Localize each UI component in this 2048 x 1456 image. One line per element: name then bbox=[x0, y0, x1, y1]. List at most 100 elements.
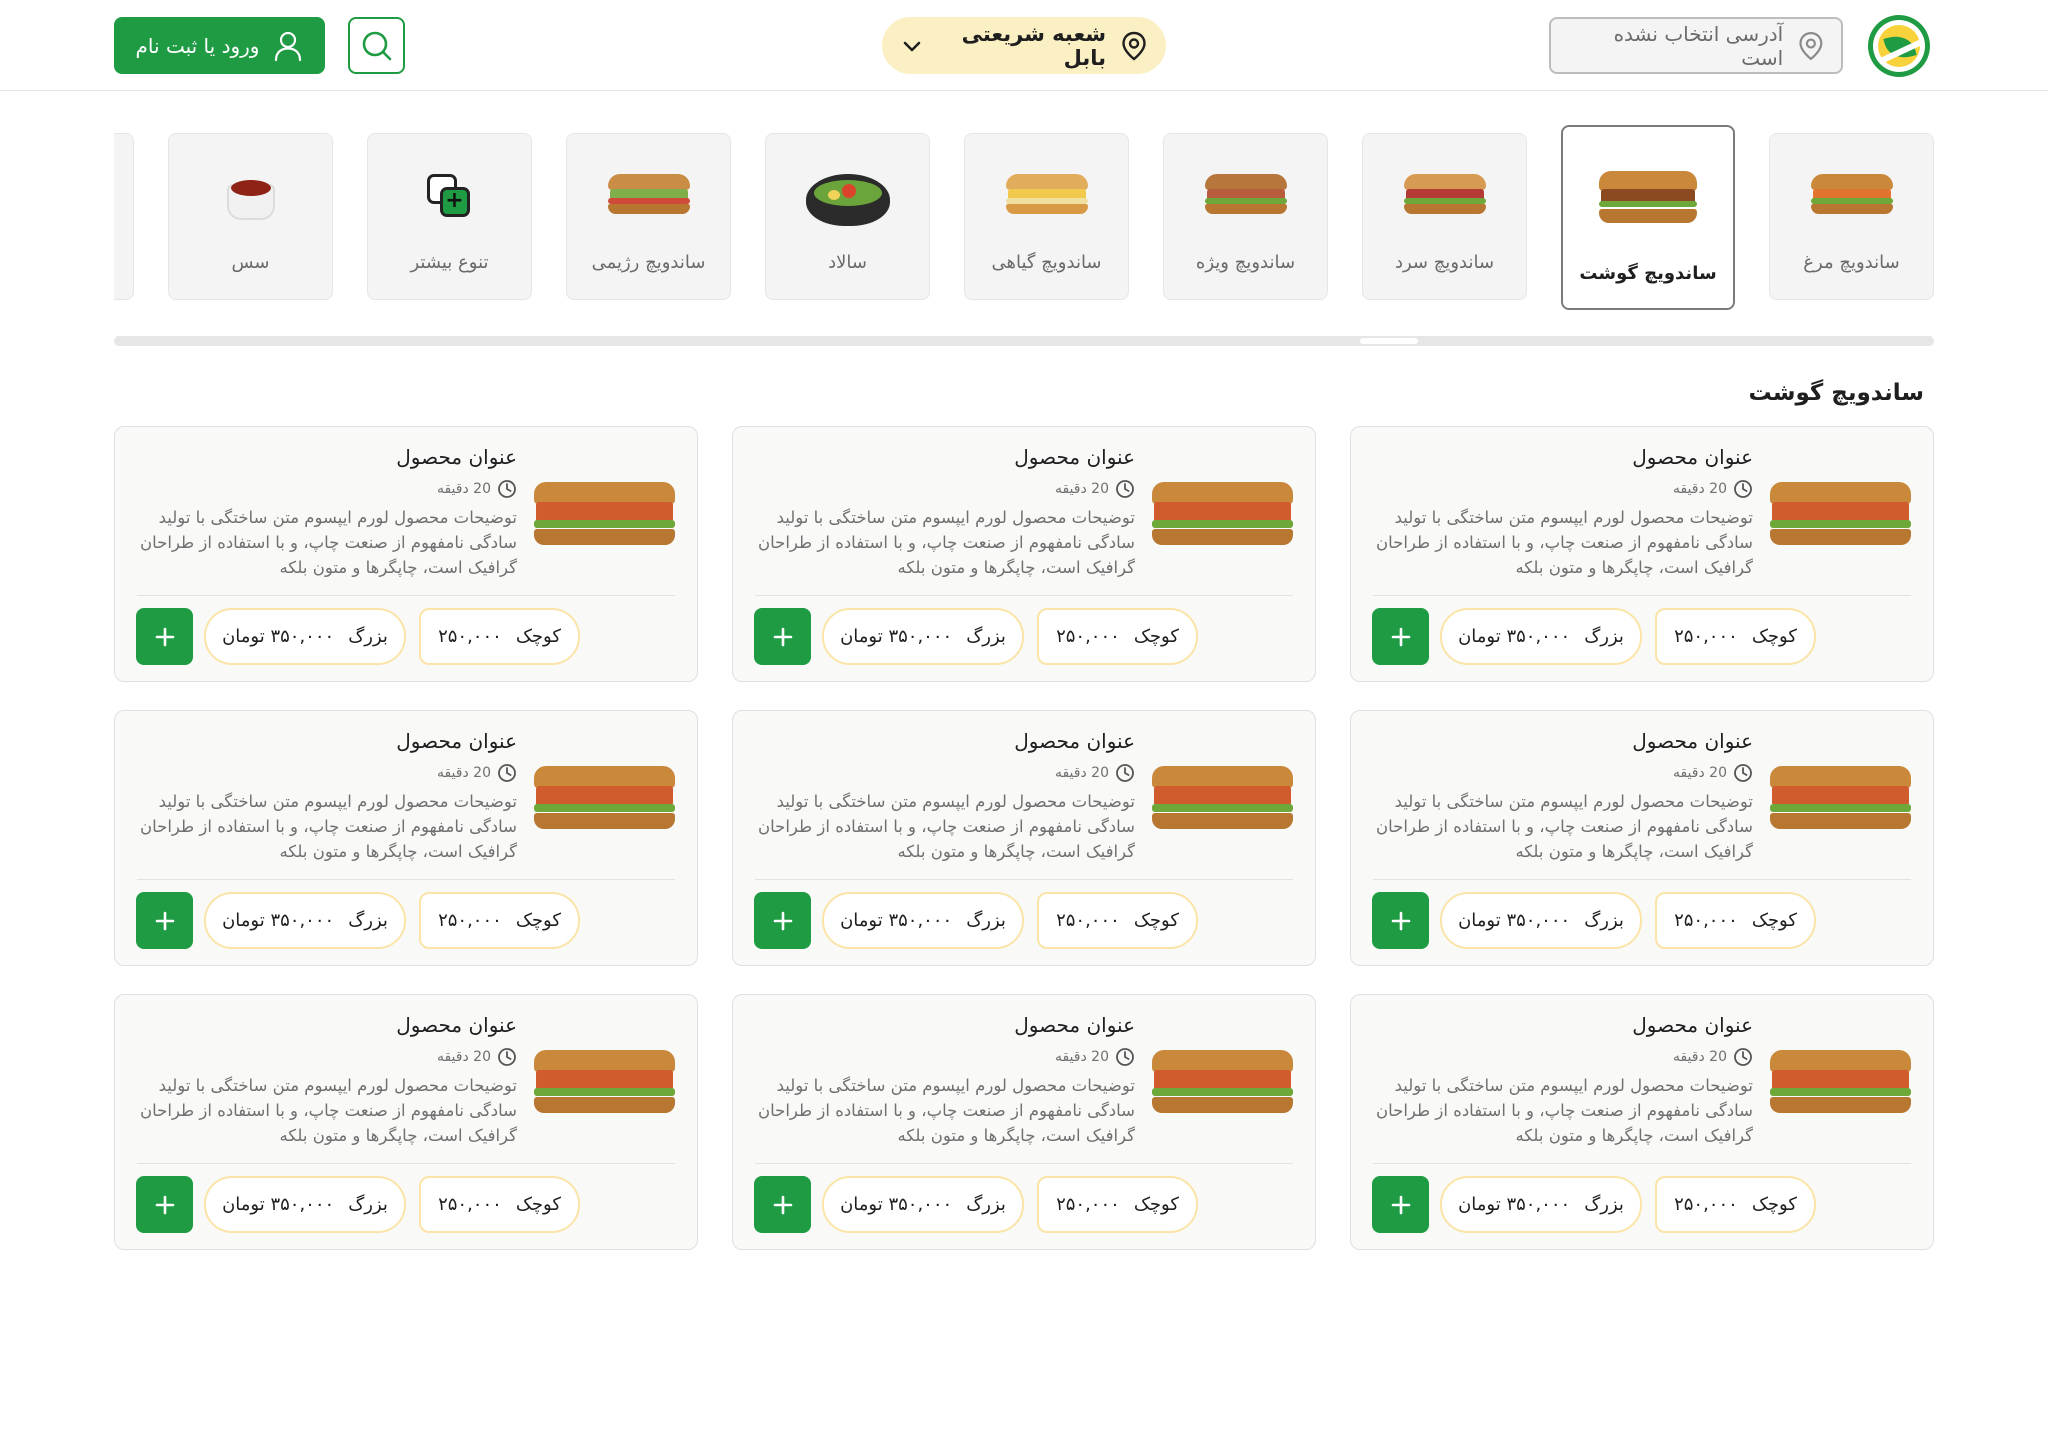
size-large-option[interactable]: بزرگ ۳۵۰,۰۰۰ تومان bbox=[204, 608, 406, 665]
size-small-option[interactable]: کوچک ۲۵۰,۰۰۰ bbox=[419, 1176, 580, 1233]
category-more-variety[interactable]: + تنوع بیشتر bbox=[367, 133, 532, 300]
size-large-option[interactable]: بزرگ ۳۵۰,۰۰۰ تومان bbox=[1440, 892, 1642, 949]
category-diet-sandwich[interactable]: ساندویچ رژیمی bbox=[566, 133, 731, 300]
category-salad[interactable]: سالاد bbox=[765, 133, 930, 300]
product-description: توضیحات محصول لورم ایپسوم متن ساختگی با … bbox=[139, 508, 517, 577]
address-selector[interactable]: آدرسی انتخاب نشده است bbox=[1549, 17, 1843, 74]
category-partial[interactable] bbox=[114, 133, 134, 300]
special-sandwich-image bbox=[1204, 174, 1287, 214]
size-price: ۳۵۰,۰۰۰ تومان bbox=[222, 1194, 335, 1215]
product-card[interactable]: عنوان محصول 20 دقیقه توضیحات محصول لورم … bbox=[732, 994, 1316, 1250]
size-label: بزرگ bbox=[1584, 910, 1624, 931]
more-variety-icon: + bbox=[426, 174, 473, 220]
size-large-option[interactable]: بزرگ ۳۵۰,۰۰۰ تومان bbox=[822, 892, 1024, 949]
size-small-option[interactable]: کوچک ۲۵۰,۰۰۰ bbox=[1655, 608, 1816, 665]
prep-time-text: 20 دقیقه bbox=[1672, 481, 1727, 497]
clock-icon bbox=[1734, 480, 1752, 498]
size-small-option[interactable]: کوچک ۲۵۰,۰۰۰ bbox=[419, 892, 580, 949]
search-button[interactable] bbox=[348, 17, 405, 74]
size-small-option[interactable]: کوچک ۲۵۰,۰۰۰ bbox=[1037, 1176, 1198, 1233]
card-divider bbox=[137, 595, 675, 596]
product-card[interactable]: عنوان محصول 20 دقیقه توضیحات محصول لورم … bbox=[1350, 710, 1934, 966]
size-price: ۲۵۰,۰۰۰ bbox=[1674, 1194, 1738, 1215]
product-card[interactable]: عنوان محصول 20 دقیقه توضیحات محصول لورم … bbox=[1350, 994, 1934, 1250]
product-description: توضیحات محصول لورم ایپسوم متن ساختگی با … bbox=[757, 1076, 1135, 1145]
prep-time: 20 دقیقه bbox=[437, 479, 517, 499]
clock-icon bbox=[498, 764, 516, 782]
add-to-cart-button[interactable] bbox=[1372, 608, 1429, 665]
size-price: ۳۵۰,۰۰۰ تومان bbox=[840, 626, 953, 647]
add-to-cart-button[interactable] bbox=[1372, 892, 1429, 949]
add-to-cart-button[interactable] bbox=[754, 892, 811, 949]
product-title: عنوان محصول bbox=[1014, 445, 1135, 469]
size-small-option[interactable]: کوچک ۲۵۰,۰۰۰ bbox=[1037, 608, 1198, 665]
product-image bbox=[1770, 482, 1911, 545]
category-label: ساندویچ گوشت bbox=[1579, 263, 1717, 284]
card-divider bbox=[1373, 595, 1911, 596]
category-chicken-sandwich[interactable]: ساندویچ مرغ bbox=[1769, 133, 1934, 300]
card-divider bbox=[137, 1163, 675, 1164]
card-divider bbox=[137, 879, 675, 880]
size-small-option[interactable]: کوچک ۲۵۰,۰۰۰ bbox=[419, 608, 580, 665]
size-label: بزرگ bbox=[966, 1194, 1006, 1215]
login-register-label: ورود یا ثبت نام bbox=[135, 33, 260, 58]
size-small-option[interactable]: کوچک ۲۵۰,۰۰۰ bbox=[1655, 892, 1816, 949]
size-label: کوچک bbox=[1751, 1194, 1797, 1215]
cold-sandwich-image bbox=[1403, 174, 1486, 214]
size-large-option[interactable]: بزرگ ۳۵۰,۰۰۰ تومان bbox=[1440, 1176, 1642, 1233]
category-special-sandwich[interactable]: ساندویچ ویژه bbox=[1163, 133, 1328, 300]
card-divider bbox=[755, 595, 1293, 596]
category-label: ساندویچ سرد bbox=[1394, 252, 1495, 273]
size-price: ۲۵۰,۰۰۰ bbox=[1674, 626, 1738, 647]
add-to-cart-button[interactable] bbox=[754, 608, 811, 665]
product-card[interactable]: عنوان محصول 20 دقیقه توضیحات محصول لورم … bbox=[732, 710, 1316, 966]
size-small-option[interactable]: کوچک ۲۵۰,۰۰۰ bbox=[1655, 1176, 1816, 1233]
category-label: سس bbox=[231, 252, 270, 273]
size-large-option[interactable]: بزرگ ۳۵۰,۰۰۰ تومان bbox=[822, 1176, 1024, 1233]
category-label: ساندویچ گیاهی bbox=[991, 252, 1102, 273]
size-label: کوچک bbox=[1133, 910, 1179, 931]
add-to-cart-button[interactable] bbox=[1372, 1176, 1429, 1233]
product-card[interactable]: عنوان محصول 20 دقیقه توضیحات محصول لورم … bbox=[114, 426, 698, 682]
category-label: ساندویچ رژیمی bbox=[591, 252, 706, 273]
product-title: عنوان محصول bbox=[1632, 445, 1753, 469]
category-veggie-sandwich[interactable]: ساندویچ گیاهی bbox=[964, 133, 1129, 300]
add-to-cart-button[interactable] bbox=[136, 892, 193, 949]
product-card[interactable]: عنوان محصول 20 دقیقه توضیحات محصول لورم … bbox=[732, 426, 1316, 682]
add-to-cart-button[interactable] bbox=[754, 1176, 811, 1233]
add-to-cart-button[interactable] bbox=[136, 608, 193, 665]
category-scrollbar[interactable] bbox=[114, 336, 1934, 346]
veggie-sandwich-image bbox=[1005, 174, 1088, 214]
category-sauce[interactable]: سس bbox=[168, 133, 333, 300]
prep-time-text: 20 دقیقه bbox=[1054, 765, 1109, 781]
category-cold-sandwich[interactable]: ساندویچ سرد bbox=[1362, 133, 1527, 300]
diet-sandwich-image bbox=[607, 174, 690, 214]
prep-time-text: 20 دقیقه bbox=[1054, 1049, 1109, 1065]
card-divider bbox=[1373, 1163, 1911, 1164]
size-price: ۳۵۰,۰۰۰ تومان bbox=[1458, 626, 1571, 647]
size-large-option[interactable]: بزرگ ۳۵۰,۰۰۰ تومان bbox=[1440, 608, 1642, 665]
size-large-option[interactable]: بزرگ ۳۵۰,۰۰۰ تومان bbox=[204, 1176, 406, 1233]
product-card[interactable]: عنوان محصول 20 دقیقه توضیحات محصول لورم … bbox=[114, 710, 698, 966]
product-title: عنوان محصول bbox=[1632, 1013, 1753, 1037]
size-small-option[interactable]: کوچک ۲۵۰,۰۰۰ bbox=[1037, 892, 1198, 949]
size-label: بزرگ bbox=[348, 1194, 388, 1215]
size-large-option[interactable]: بزرگ ۳۵۰,۰۰۰ تومان bbox=[204, 892, 406, 949]
branch-name: شعبه شریعتی بابل bbox=[961, 21, 1106, 70]
login-register-button[interactable]: ورود یا ثبت نام bbox=[114, 17, 325, 74]
category-meat-sandwich[interactable]: ساندویچ گوشت bbox=[1561, 125, 1735, 310]
branch-selector[interactable]: شعبه شریعتی بابل bbox=[882, 17, 1166, 74]
category-carousel: ساندویچ مرغ ساندویچ گوشت ساندویچ سرد سان… bbox=[114, 125, 1934, 310]
size-label: کوچک bbox=[1751, 910, 1797, 931]
sauce-cup-image bbox=[223, 174, 279, 222]
scrollbar-thumb[interactable] bbox=[1360, 338, 1418, 344]
meat-sandwich-image bbox=[1599, 171, 1697, 223]
size-label: بزرگ bbox=[348, 626, 388, 647]
size-large-option[interactable]: بزرگ ۳۵۰,۰۰۰ تومان bbox=[822, 608, 1024, 665]
size-label: کوچک bbox=[515, 626, 561, 647]
product-card[interactable]: عنوان محصول 20 دقیقه توضیحات محصول لورم … bbox=[114, 994, 698, 1250]
prep-time: 20 دقیقه bbox=[1055, 479, 1135, 499]
add-to-cart-button[interactable] bbox=[136, 1176, 193, 1233]
product-card[interactable]: عنوان محصول 20 دقیقه توضیحات محصول لورم … bbox=[1350, 426, 1934, 682]
brand-logo[interactable] bbox=[1868, 15, 1930, 77]
